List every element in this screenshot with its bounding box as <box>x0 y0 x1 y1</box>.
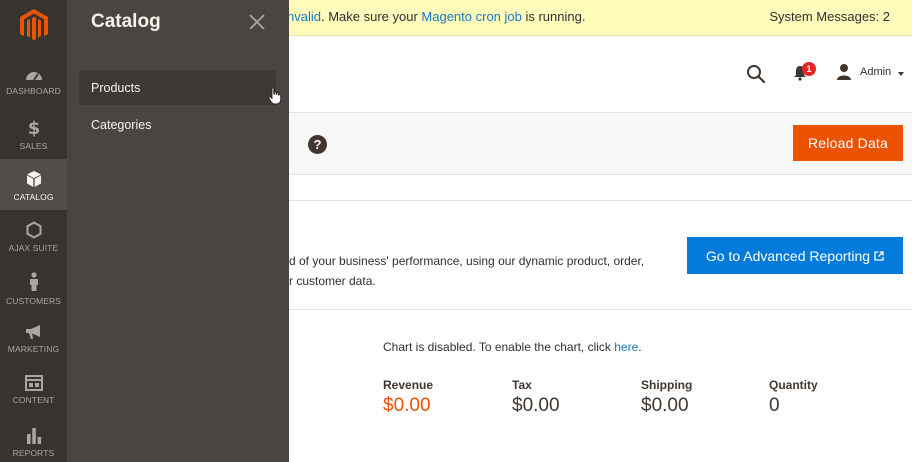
megaphone-icon <box>25 325 40 339</box>
hexagon-icon <box>26 221 41 239</box>
system-message-text: nvalid. Make sure your Magento cron job … <box>287 9 586 24</box>
sidebar-item-reports[interactable]: REPORTS <box>0 415 67 462</box>
advanced-reporting-button[interactable]: Go to Advanced Reporting <box>687 237 903 274</box>
dashboard-icon <box>25 72 42 81</box>
svg-text:$: $ <box>27 119 40 137</box>
sidebar-item-catalog[interactable]: CATALOG <box>0 159 67 210</box>
dollar-icon: $ <box>27 119 40 137</box>
flyout-item-products[interactable]: Products <box>79 70 276 105</box>
chevron-down-icon[interactable] <box>898 72 904 76</box>
person-icon <box>29 272 38 291</box>
reload-data-button[interactable]: Reload Data <box>793 125 903 161</box>
sidebar-item-marketing[interactable]: MARKETING <box>0 313 67 364</box>
catalog-flyout-menu: Catalog Products Categories <box>67 0 289 462</box>
advanced-reporting-description: d of your business' performance, using o… <box>289 254 645 288</box>
sidebar-item-sales[interactable]: $ SALES <box>0 108 67 159</box>
system-messages-count[interactable]: System Messages: 2 <box>769 9 890 24</box>
sidebar-item-dashboard[interactable]: DASHBOARD <box>0 57 67 108</box>
total-quantity: Quantity 0 <box>769 378 818 416</box>
close-icon[interactable] <box>247 12 267 32</box>
chart-disabled-note: Chart is disabled. To enable the chart, … <box>383 340 642 354</box>
help-icon[interactable]: ? <box>308 135 327 154</box>
box-icon <box>26 171 41 187</box>
total-revenue: Revenue $0.00 <box>383 378 434 416</box>
user-name[interactable]: Admin <box>860 66 891 78</box>
notification-badge[interactable]: 1 <box>802 62 816 76</box>
user-icon[interactable] <box>836 63 852 81</box>
flyout-item-categories[interactable]: Categories <box>79 107 276 142</box>
flyout-title: Catalog <box>91 11 161 32</box>
external-link-icon <box>874 250 884 261</box>
sidebar-item-customers[interactable]: CUSTOMERS <box>0 261 67 312</box>
magento-logo-icon <box>19 8 48 40</box>
hand-cursor-icon <box>268 87 282 105</box>
enable-chart-link[interactable]: here <box>614 340 638 354</box>
search-icon[interactable] <box>746 64 766 84</box>
bar-chart-icon <box>26 428 41 444</box>
sidebar-item-content[interactable]: CONTENT <box>0 364 67 415</box>
layout-icon <box>24 375 43 391</box>
sidebar-item-ajax-suite[interactable]: AJAX SUITE <box>0 210 67 261</box>
system-message-invalid-link[interactable]: nvalid <box>287 9 321 24</box>
total-shipping: Shipping $0.00 <box>641 378 693 416</box>
admin-sidebar: DASHBOARD $ SALES CATALOG AJAX SUITE CUS… <box>0 0 67 462</box>
total-tax: Tax $0.00 <box>512 378 560 416</box>
magento-logo[interactable] <box>0 0 67 50</box>
cron-job-link[interactable]: Magento cron job <box>421 9 521 24</box>
